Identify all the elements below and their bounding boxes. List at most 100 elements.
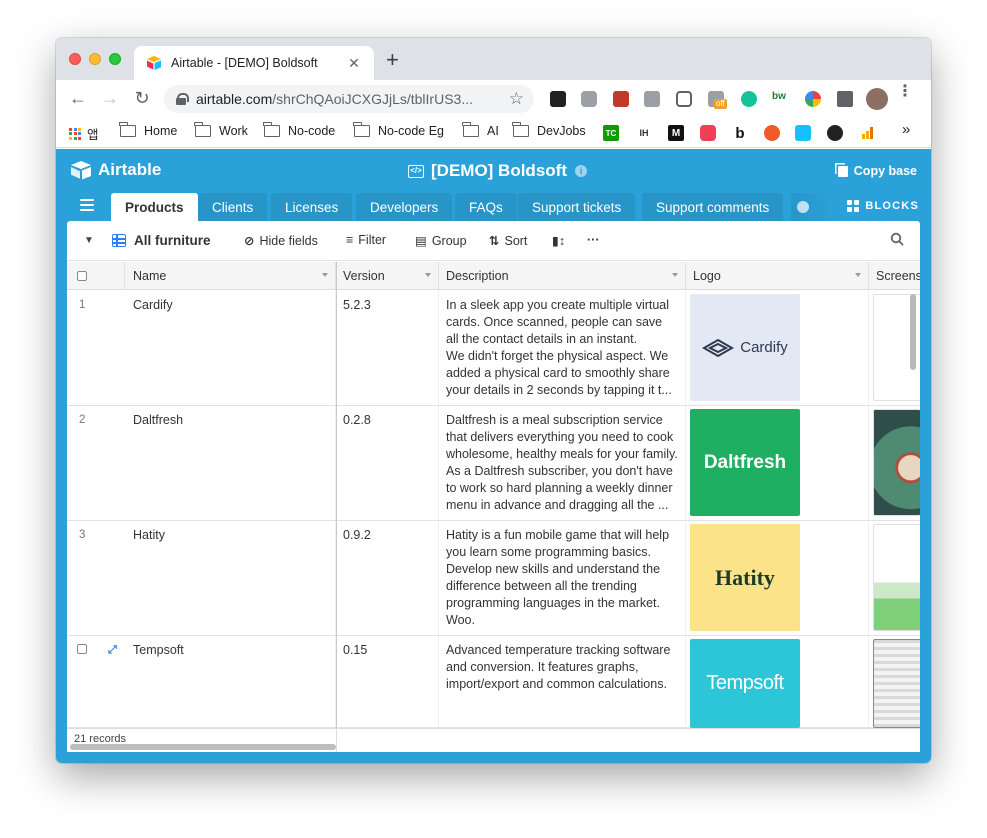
tab-developers[interactable]: Developers [356,193,453,221]
reload-icon[interactable]: ↻ [131,88,153,109]
tab-support-tickets[interactable]: Support tickets [518,193,636,221]
cell-version[interactable]: 0.15 [336,636,439,728]
bw-extension-icon[interactable]: bw [772,91,790,107]
records-grid: Name Version Description Logo Screens 1 … [67,262,920,728]
cell-description[interactable]: Advanced temperature tracking software a… [439,636,686,728]
column-header-screens[interactable]: Screens [869,262,920,290]
view-switcher-caret-icon[interactable]: ▼ [84,235,94,246]
cell-description[interactable]: In a sleek app you create multiple virtu… [439,291,686,406]
column-menu-caret-icon[interactable] [425,273,431,277]
more-bookmarks-icon[interactable]: » [902,121,910,138]
hide-fields-button[interactable]: ⊘ Hide fields [244,233,318,249]
tab-clients[interactable]: Clients [198,193,268,221]
octopus-bookmark-icon[interactable] [764,125,780,141]
techcrunch-bookmark-icon[interactable]: TC [603,125,619,141]
minimize-window-button[interactable] [89,53,101,65]
screenshot-thumbnail[interactable] [873,409,920,516]
cell-name[interactable]: Tempsoft [125,636,336,728]
zoom-window-button[interactable] [109,53,121,65]
bookmark-ai[interactable]: AI [462,122,499,138]
column-menu-caret-icon[interactable] [855,273,861,277]
book-extension-icon[interactable] [613,91,629,107]
extension-a-icon[interactable] [550,91,566,107]
indiehackers-bookmark-icon[interactable]: IH [636,125,652,141]
tab-support-comments[interactable]: Support comments [642,193,784,221]
analytics-bookmark-icon[interactable] [859,125,875,141]
puzzle-extensions-icon[interactable] [837,91,853,107]
column-header-name[interactable]: Name [125,262,336,290]
cell-name[interactable]: Hatity [125,521,336,636]
bookmark-devjobs[interactable]: DevJobs [512,122,586,138]
pocket-extension-icon[interactable] [676,91,692,107]
row-height-icon: ▮↕ [552,234,566,248]
screenshot-thumbnail[interactable] [873,639,920,728]
copy-extension-icon[interactable] [644,91,660,107]
column-menu-caret-icon[interactable] [672,273,678,277]
hamburger-menu-icon[interactable] [80,199,94,214]
forward-icon[interactable]: → [99,88,121,109]
column-header-version[interactable]: Version [336,262,439,290]
browser-tab[interactable]: Airtable - [DEMO] Boldsoft ✕ [134,46,374,80]
extension-off-icon[interactable]: off [708,91,727,109]
column-header-logo[interactable]: Logo [686,262,869,290]
hatity-logo-image[interactable]: Hatity [690,524,800,631]
blocks-icon [847,200,860,212]
close-tab-icon[interactable]: ✕ [346,55,362,72]
copy-base-button[interactable]: Copy base [837,164,917,178]
color-extension-icon[interactable] [805,91,821,107]
tab-overflow[interactable] [791,193,833,221]
new-tab-button[interactable]: + [386,49,399,71]
screenshot-thumbnail[interactable] [873,524,920,631]
expand-record-icon[interactable]: ⤢ [108,642,117,659]
pocket-bookmark-icon[interactable] [700,125,716,141]
cardify-logo-image[interactable]: Cardify [690,294,800,401]
airtable-logo[interactable]: Airtable [70,160,161,180]
tab-products[interactable]: Products [111,193,198,221]
more-view-options-icon[interactable]: ··· [587,233,600,247]
tempsoft-logo-image[interactable]: Tempsoft [690,639,800,728]
bookmark-work[interactable]: Work [194,122,248,138]
info-icon[interactable]: i [574,165,587,177]
camera-extension-icon[interactable] [581,91,597,107]
bookmark-home[interactable]: Home [119,122,177,138]
column-header-description[interactable]: Description [439,262,686,290]
grammarly-icon[interactable] [741,91,757,107]
airtable-bookmark-icon[interactable] [795,125,811,141]
bookmark-no-code-eg[interactable]: No-code Eg [353,122,444,138]
cell-name[interactable]: Daltfresh [125,406,336,521]
apps-label: 앱 [87,128,99,142]
group-button[interactable]: ▤ Group [415,233,467,249]
back-icon[interactable]: ← [67,88,89,109]
close-window-button[interactable] [69,53,81,65]
cell-description[interactable]: Daltfresh is a meal subscription service… [439,406,686,521]
profile-avatar[interactable] [866,88,888,110]
tab-faqs[interactable]: FAQs [455,193,517,221]
row-checkbox[interactable] [77,644,87,654]
address-bar[interactable]: airtable.com/shrChQAoiJCXGJjLs/tblIrUS3.… [164,85,534,113]
vertical-scrollbar[interactable] [910,294,916,370]
bookmark-star-icon[interactable]: ☆ [509,89,524,109]
cell-version[interactable]: 5.2.3 [336,291,439,406]
blocks-button[interactable]: BLOCKS [847,200,919,212]
medium-bookmark-icon[interactable]: M [668,125,684,141]
view-name[interactable]: All furniture [112,233,211,248]
filter-button[interactable]: ≡ Filter [346,233,386,247]
search-icon[interactable] [890,232,904,246]
circle-bookmark-icon[interactable] [827,125,843,141]
horizontal-scrollbar[interactable] [70,744,336,750]
cell-version[interactable]: 0.9.2 [336,521,439,636]
apps-shortcut[interactable]: 앱 [69,124,99,143]
table-tabs: Products Clients Licenses Developers FAQ… [56,193,931,221]
daltfresh-logo-image[interactable]: Daltfresh [690,409,800,516]
browser-menu-icon[interactable]: ⋮ [897,84,913,100]
tab-licenses[interactable]: Licenses [271,193,353,221]
cell-description[interactable]: Hatity is a fun mobile game that will he… [439,521,686,636]
select-all-checkbox[interactable] [77,270,87,281]
cell-version[interactable]: 0.2.8 [336,406,439,521]
cell-name[interactable]: Cardify [125,291,336,406]
row-height-button[interactable]: ▮↕ [552,233,570,248]
column-menu-caret-icon[interactable] [322,273,328,277]
bookmark-no-code[interactable]: No-code [263,122,335,138]
b-bookmark-icon[interactable]: b [732,125,748,142]
sort-button[interactable]: ⇅ Sort [489,233,527,249]
